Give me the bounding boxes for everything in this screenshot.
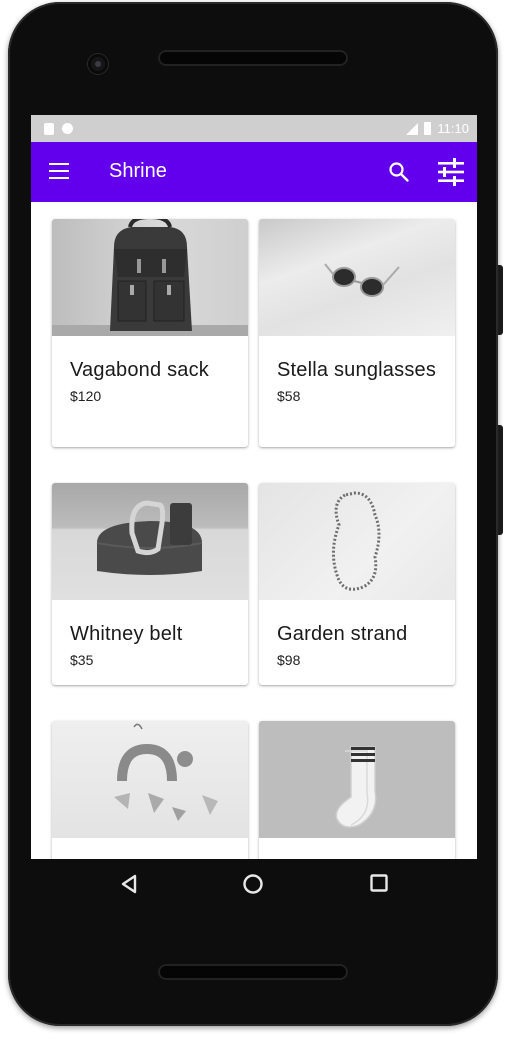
- app-title: Shrine: [109, 160, 167, 182]
- sunglasses-image: [259, 219, 455, 336]
- top-app-bar: Shrine: [31, 142, 477, 202]
- battery-icon: [424, 122, 432, 135]
- product-name: Stella sunglasses: [277, 359, 437, 381]
- notification-icon: [44, 122, 54, 135]
- power-button: [498, 265, 503, 335]
- product-card[interactable]: Whitney belt $35: [52, 483, 248, 685]
- tune-icon[interactable]: [436, 158, 466, 186]
- back-icon[interactable]: [119, 873, 141, 895]
- product-price: $98: [277, 652, 301, 668]
- necklace-image: [259, 483, 455, 600]
- system-nav-bar: [31, 859, 477, 911]
- volume-button: [498, 425, 503, 535]
- earrings-image: [52, 721, 248, 838]
- product-card[interactable]: Vagabond sack $120: [52, 219, 248, 447]
- search-icon[interactable]: [387, 160, 411, 184]
- backpack-image: [52, 219, 248, 336]
- status-time: 11:10: [437, 121, 469, 136]
- recents-icon[interactable]: [369, 873, 389, 893]
- product-price: $35: [70, 652, 94, 668]
- product-name: Vagabond sack: [70, 359, 209, 381]
- signal-icon: [406, 122, 419, 135]
- status-bar: 11:10: [31, 115, 477, 142]
- product-card[interactable]: Stella sunglasses $58: [259, 219, 455, 447]
- product-price: $58: [277, 388, 301, 404]
- earpiece-speaker: [158, 50, 348, 66]
- home-icon[interactable]: [242, 873, 264, 895]
- menu-icon[interactable]: [49, 163, 71, 181]
- product-name: Whitney belt: [70, 623, 183, 645]
- product-card[interactable]: [52, 721, 248, 859]
- product-card[interactable]: Garden strand $98: [259, 483, 455, 685]
- product-price: $120: [70, 388, 102, 404]
- socks-image: [259, 721, 455, 838]
- screen: 11:10 Shrine Vagabond sack $120 Stella s…: [31, 115, 477, 859]
- bottom-speaker: [158, 964, 348, 980]
- product-card[interactable]: [259, 721, 455, 859]
- product-name: Garden strand: [277, 623, 408, 645]
- notification-icon: [62, 122, 73, 134]
- front-camera: [88, 54, 108, 74]
- belt-image: [52, 483, 248, 600]
